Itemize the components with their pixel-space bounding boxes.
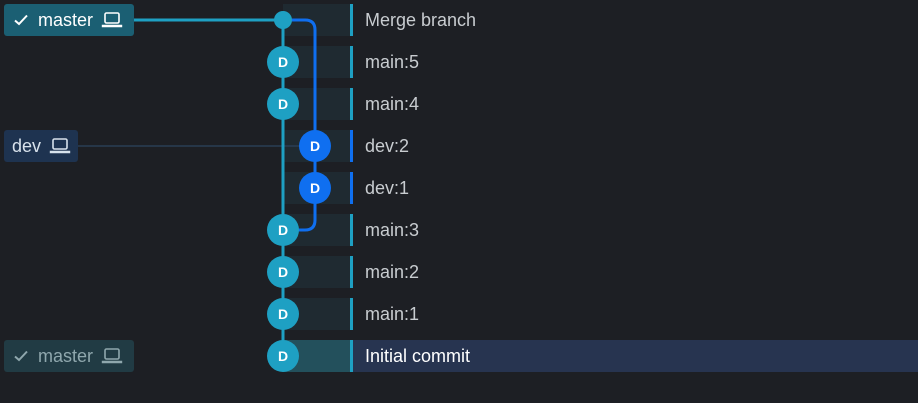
commit-node-main-1: D [267, 298, 299, 330]
avatar-initial: D [278, 96, 288, 112]
commit-node-initial: D [267, 340, 299, 372]
avatar-initial: D [278, 264, 288, 280]
laptop-icon [49, 137, 71, 155]
branch-tag-master[interactable]: master [4, 4, 134, 36]
avatar-initial: D [278, 306, 288, 322]
laptop-icon [101, 347, 123, 365]
laptop-icon [101, 11, 123, 29]
commit-node-main-2: D [267, 256, 299, 288]
branch-name: master [38, 346, 94, 366]
branch-tag-dev[interactable]: dev [4, 130, 78, 162]
commit-node-dev-2: D [299, 130, 331, 162]
avatar-initial: D [278, 222, 288, 238]
commit-node-main-4: D [267, 88, 299, 120]
avatar-initial: D [278, 348, 288, 364]
commit-node-main-5: D [267, 46, 299, 78]
commit-node-main-3: D [267, 214, 299, 246]
avatar-initial: D [310, 180, 320, 196]
check-icon [12, 11, 30, 29]
check-icon [12, 347, 30, 365]
commit-node-dev-1: D [299, 172, 331, 204]
avatar-initial: D [278, 54, 288, 70]
branch-name: dev [12, 136, 42, 156]
avatar-initial: D [310, 138, 320, 154]
branch-tag-master-remote[interactable]: master [4, 340, 134, 372]
branch-name: master [38, 10, 94, 30]
commit-graph: D D D D D D D D [78, 11, 331, 372]
merge-node [274, 11, 292, 29]
